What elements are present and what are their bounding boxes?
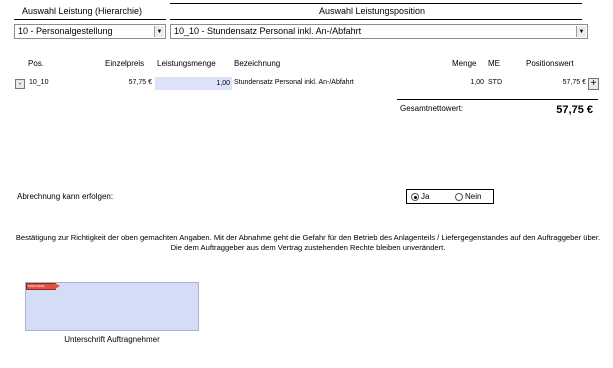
- row-unit-price: 57,75 €: [128, 79, 152, 86]
- col-description: Bezeichnung: [234, 59, 281, 68]
- confirmation-text: Bestätigung zur Richtigkeit der oben gem…: [15, 233, 601, 252]
- chevron-down-icon[interactable]: ▼: [576, 26, 586, 37]
- hierarchy-select-value: 10 - Personalgestellung: [18, 26, 113, 36]
- position-heading: Auswahl Leistungsposition: [319, 6, 426, 16]
- row-description: Stundensatz Personal inkl. An-/Abfahrt: [234, 79, 354, 86]
- row-amount: 1,00: [470, 79, 484, 86]
- col-unit: ME: [488, 59, 500, 68]
- total-rule: [397, 99, 598, 100]
- col-position-value: Positionswert: [526, 59, 574, 68]
- hierarchy-heading: Auswahl Leistung (Hierarchie): [22, 6, 143, 16]
- col-amount: Menge: [452, 59, 477, 68]
- hierarchy-underline: [14, 19, 166, 20]
- total-value: 57,75 €: [556, 104, 593, 116]
- quantity-input[interactable]: 1,00: [155, 77, 232, 90]
- remove-row-button[interactable]: -: [15, 79, 25, 89]
- add-row-button[interactable]: +: [588, 78, 599, 90]
- radio-yes[interactable]: [411, 193, 419, 201]
- radio-yes-label[interactable]: Ja: [421, 192, 429, 201]
- top-rule: [170, 3, 582, 4]
- chevron-down-icon[interactable]: ▼: [154, 26, 164, 37]
- col-unit-price: Einzelpreis: [105, 59, 145, 68]
- row-pos: 10_10: [29, 79, 49, 86]
- position-underline: [170, 19, 582, 20]
- radio-no-label[interactable]: Nein: [465, 192, 481, 201]
- total-label: Gesamtnettowert:: [400, 104, 464, 113]
- signature-field[interactable]: SIGN HERE: [25, 282, 199, 331]
- radio-no[interactable]: [455, 193, 463, 201]
- position-select-value: 10_10 - Stundensatz Personal inkl. An-/A…: [174, 26, 362, 36]
- position-select[interactable]: 10_10 - Stundensatz Personal inkl. An-/A…: [170, 24, 588, 39]
- hierarchy-select[interactable]: 10 - Personalgestellung ▼: [14, 24, 166, 39]
- col-quantity: Leistungsmenge: [157, 59, 216, 68]
- billing-radio-group: Ja Nein: [406, 189, 494, 204]
- row-position-value: 57,75 €: [562, 79, 586, 86]
- row-unit: STD: [488, 79, 502, 86]
- signature-label: Unterschrift Auftragnehmer: [64, 335, 160, 344]
- sign-here-flag: SIGN HERE: [26, 283, 60, 290]
- col-pos: Pos.: [28, 59, 45, 68]
- billing-question: Abrechnung kann erfolgen:: [17, 192, 114, 201]
